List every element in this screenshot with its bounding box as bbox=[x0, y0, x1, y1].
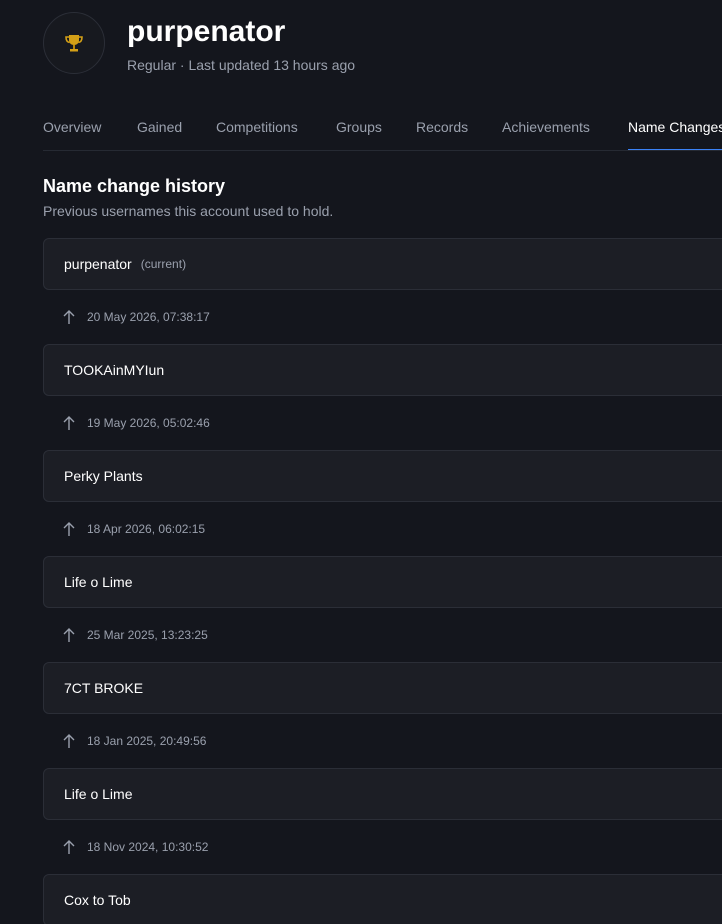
player-name: purpenator bbox=[127, 15, 286, 48]
arrow-up-icon bbox=[63, 416, 75, 430]
name-change-row: 20 May 2026, 07:38:17 bbox=[43, 290, 722, 344]
player-header: purpenator Regular · Last updated 13 hou… bbox=[43, 12, 722, 78]
name-card: Life o Lime bbox=[43, 768, 722, 820]
name-change-row: 18 Nov 2024, 10:30:52 bbox=[43, 820, 722, 874]
tab-name-changes[interactable]: Name Changes bbox=[628, 118, 722, 150]
username: 7CT BROKE bbox=[64, 680, 144, 696]
change-date: 18 Jan 2025, 20:49:56 bbox=[87, 734, 207, 748]
name-card: Perky Plants bbox=[43, 450, 722, 502]
arrow-up-icon bbox=[63, 310, 75, 324]
username: TOOKAinMYIun bbox=[64, 362, 165, 378]
arrow-up-icon bbox=[63, 628, 75, 642]
tab-competitions[interactable]: Competitions bbox=[216, 118, 298, 136]
change-date: 25 Mar 2025, 13:23:25 bbox=[87, 628, 208, 642]
change-date: 20 May 2026, 07:38:17 bbox=[87, 310, 210, 324]
username: Perky Plants bbox=[64, 468, 143, 484]
section-subtitle: Previous usernames this account used to … bbox=[43, 203, 334, 219]
change-date: 19 May 2026, 05:02:46 bbox=[87, 416, 210, 430]
username: purpenator bbox=[64, 256, 132, 272]
profile-tabs: Overview Gained Competitions Groups Reco… bbox=[43, 106, 722, 151]
player-avatar bbox=[43, 12, 105, 74]
arrow-up-icon bbox=[63, 734, 75, 748]
name-change-row: 25 Mar 2025, 13:23:25 bbox=[43, 608, 722, 662]
arrow-up-icon bbox=[63, 522, 75, 536]
change-date: 18 Apr 2026, 06:02:15 bbox=[87, 522, 206, 536]
username: Life o Lime bbox=[64, 574, 133, 590]
player-meta: Regular · Last updated 13 hours ago bbox=[127, 57, 356, 73]
username: Cox to Tob bbox=[64, 892, 131, 908]
current-tag: (current) bbox=[140, 257, 187, 271]
name-card: TOOKAinMYIun bbox=[43, 344, 722, 396]
change-date: 18 Nov 2024, 10:30:52 bbox=[87, 840, 209, 854]
name-change-row: 18 Jan 2025, 20:49:56 bbox=[43, 714, 722, 768]
name-change-row: 19 May 2026, 05:02:46 bbox=[43, 396, 722, 450]
tab-gained[interactable]: Gained bbox=[137, 118, 182, 136]
name-card: Cox to Tob bbox=[43, 874, 722, 924]
name-card: Life o Lime bbox=[43, 556, 722, 608]
name-change-row: 18 Apr 2026, 06:02:15 bbox=[43, 502, 722, 556]
tab-groups[interactable]: Groups bbox=[336, 118, 382, 136]
section-title: Name change history bbox=[43, 176, 226, 196]
trophy-icon bbox=[65, 35, 83, 52]
name-card: 7CT BROKE bbox=[43, 662, 722, 714]
arrow-up-icon bbox=[63, 840, 75, 854]
tab-records[interactable]: Records bbox=[416, 118, 468, 136]
tab-overview[interactable]: Overview bbox=[43, 118, 101, 136]
username: Life o Lime bbox=[64, 786, 133, 802]
name-card-current: purpenator (current) bbox=[43, 238, 722, 290]
player-profile-page: purpenator Regular · Last updated 13 hou… bbox=[0, 0, 722, 924]
tab-achievements[interactable]: Achievements bbox=[502, 118, 590, 136]
name-change-history: purpenator (current) 20 May 2026, 07:38:… bbox=[43, 238, 722, 924]
